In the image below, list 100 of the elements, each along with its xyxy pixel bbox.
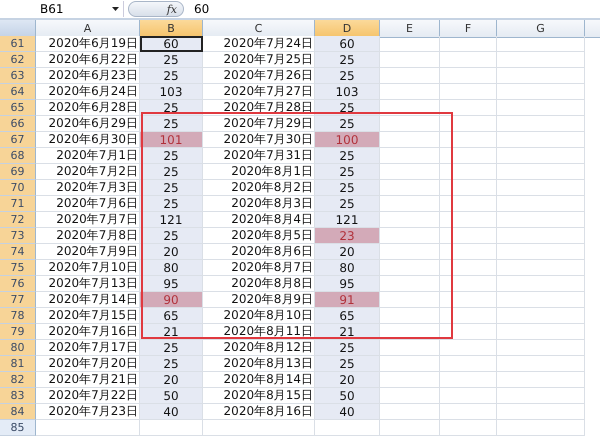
table-cell: 2020年7月21日 [36,372,140,388]
table-cell: 2020年7月6日 [36,196,140,212]
row-header[interactable]: 70 [0,180,36,196]
table-cell: 2020年7月9日 [36,244,140,260]
row-header[interactable]: 74 [0,244,36,260]
table-cell: 2020年7月31日 [203,148,315,164]
row-header[interactable]: 71 [0,196,36,212]
formula-field[interactable]: 60 [188,2,210,16]
row-header[interactable]: 67 [0,132,36,148]
row-header[interactable]: 64 [0,84,36,100]
table-cell: 25 [315,180,380,196]
table-cell: 2020年7月15日 [36,308,140,324]
empty-cell [440,324,497,340]
table-cell: 20 [315,372,380,388]
table-cell: 2020年7月26日 [203,68,315,84]
table-cell: 20 [140,244,203,260]
row-header[interactable]: 79 [0,324,36,340]
row-header[interactable]: 76 [0,276,36,292]
table-cell: 91 [315,292,380,308]
table-cell: 2020年8月9日 [203,292,315,308]
row-header[interactable]: 62 [0,52,36,68]
empty-cell [440,180,497,196]
column-header[interactable]: E [380,20,440,38]
empty-cell [440,148,497,164]
table-cell: 2020年8月8日 [203,276,315,292]
row-header[interactable]: 80 [0,340,36,356]
row-header[interactable]: 77 [0,292,36,308]
row-header[interactable]: 83 [0,388,36,404]
empty-cell [440,356,497,372]
table-cell: 25 [140,164,203,180]
table-cell: 25 [140,356,203,372]
row-header[interactable]: 65 [0,100,36,116]
table-cell: 65 [140,308,203,324]
empty-cell [440,164,497,180]
table-cell: 25 [315,148,380,164]
row-header[interactable]: 61 [0,36,36,52]
table-cell: 95 [140,276,203,292]
table-cell: 25 [315,52,380,68]
dropdown-caret-icon [112,7,119,11]
row-header[interactable]: 73 [0,228,36,244]
table-cell: 2020年8月7日 [203,260,315,276]
empty-cell [440,228,497,244]
empty-cell [440,68,497,84]
table-cell: 2020年6月28日 [36,100,140,116]
table-cell: 2020年8月10日 [203,308,315,324]
table-cell: 25 [140,52,203,68]
table-cell: 2020年8月15日 [203,388,315,404]
row-header[interactable]: 69 [0,164,36,180]
empty-cell [440,196,497,212]
row-header[interactable]: 82 [0,372,36,388]
row-header[interactable]: 72 [0,212,36,228]
empty-cell [440,404,497,420]
row-header[interactable]: 81 [0,356,36,372]
insert-function-button[interactable]: fx [128,1,184,17]
column-header[interactable]: F [440,20,497,38]
empty-cell [440,84,497,100]
table-cell: 25 [140,340,203,356]
table-cell: 121 [315,212,380,228]
table-cell: 40 [315,404,380,420]
table-cell: 25 [140,148,203,164]
empty-cell [440,420,497,436]
table-cell: 60 [315,36,380,52]
row-header[interactable]: 66 [0,116,36,132]
table-cell: 25 [315,164,380,180]
header-background [585,20,600,38]
table-cell: 25 [140,196,203,212]
table-cell: 60 [140,36,203,52]
empty-cell [440,244,497,260]
column-header[interactable]: G [497,20,585,38]
table-cell: 2020年8月6日 [203,244,315,260]
table-cell: 25 [140,116,203,132]
table-cell: 2020年7月1日 [36,148,140,164]
name-box[interactable]: B61 [0,1,124,17]
empty-cell [140,420,203,436]
row-header[interactable]: 63 [0,68,36,84]
row-header[interactable]: 75 [0,260,36,276]
table-cell: 2020年7月8日 [36,228,140,244]
table-cell: 25 [140,228,203,244]
table-cell: 103 [140,84,203,100]
table-cell: 101 [140,132,203,148]
table-cell: 2020年8月5日 [203,228,315,244]
table-cell: 50 [140,388,203,404]
table-cell: 80 [315,260,380,276]
table-cell: 80 [140,260,203,276]
table-cell: 2020年7月17日 [36,340,140,356]
table-cell: 2020年7月13日 [36,276,140,292]
table-cell: 2020年6月24日 [36,84,140,100]
empty-cell [440,116,497,132]
table-cell: 20 [140,372,203,388]
row-header[interactable]: 84 [0,404,36,420]
row-header[interactable]: 85 [0,420,36,436]
empty-cell [440,340,497,356]
empty-cell [440,36,497,52]
row-header[interactable]: 78 [0,308,36,324]
empty-cell [440,276,497,292]
row-header[interactable]: 68 [0,148,36,164]
table-cell: 2020年7月25日 [203,52,315,68]
table-cell: 2020年7月14日 [36,292,140,308]
table-cell: 23 [315,228,380,244]
empty-cell [315,420,380,436]
